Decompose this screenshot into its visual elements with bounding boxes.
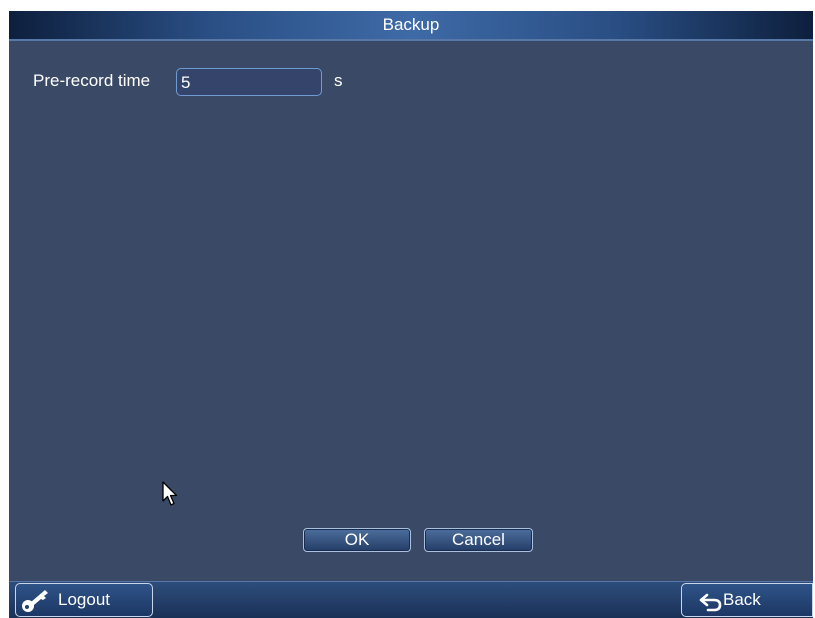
logout-button[interactable]: Logout xyxy=(15,583,153,617)
return-arrow-icon xyxy=(699,593,722,612)
mouse-cursor-icon xyxy=(162,481,178,506)
back-label: Back xyxy=(723,590,761,609)
backup-window: Backup Pre-record time s OK Cancel Logou… xyxy=(9,11,813,618)
window-title: Backup xyxy=(382,15,440,34)
pre-record-time-label: Pre-record time xyxy=(33,71,151,90)
logout-label: Logout xyxy=(58,590,110,609)
pre-record-time-input[interactable] xyxy=(176,68,322,96)
title-bar: Backup xyxy=(9,11,813,41)
ok-button[interactable]: OK xyxy=(303,528,411,552)
cancel-button[interactable]: Cancel xyxy=(424,528,533,552)
pre-record-unit-label: s xyxy=(334,71,343,90)
key-icon xyxy=(22,590,48,612)
back-button[interactable]: Back xyxy=(681,583,813,617)
bottom-bar: Logout Back xyxy=(9,581,813,618)
